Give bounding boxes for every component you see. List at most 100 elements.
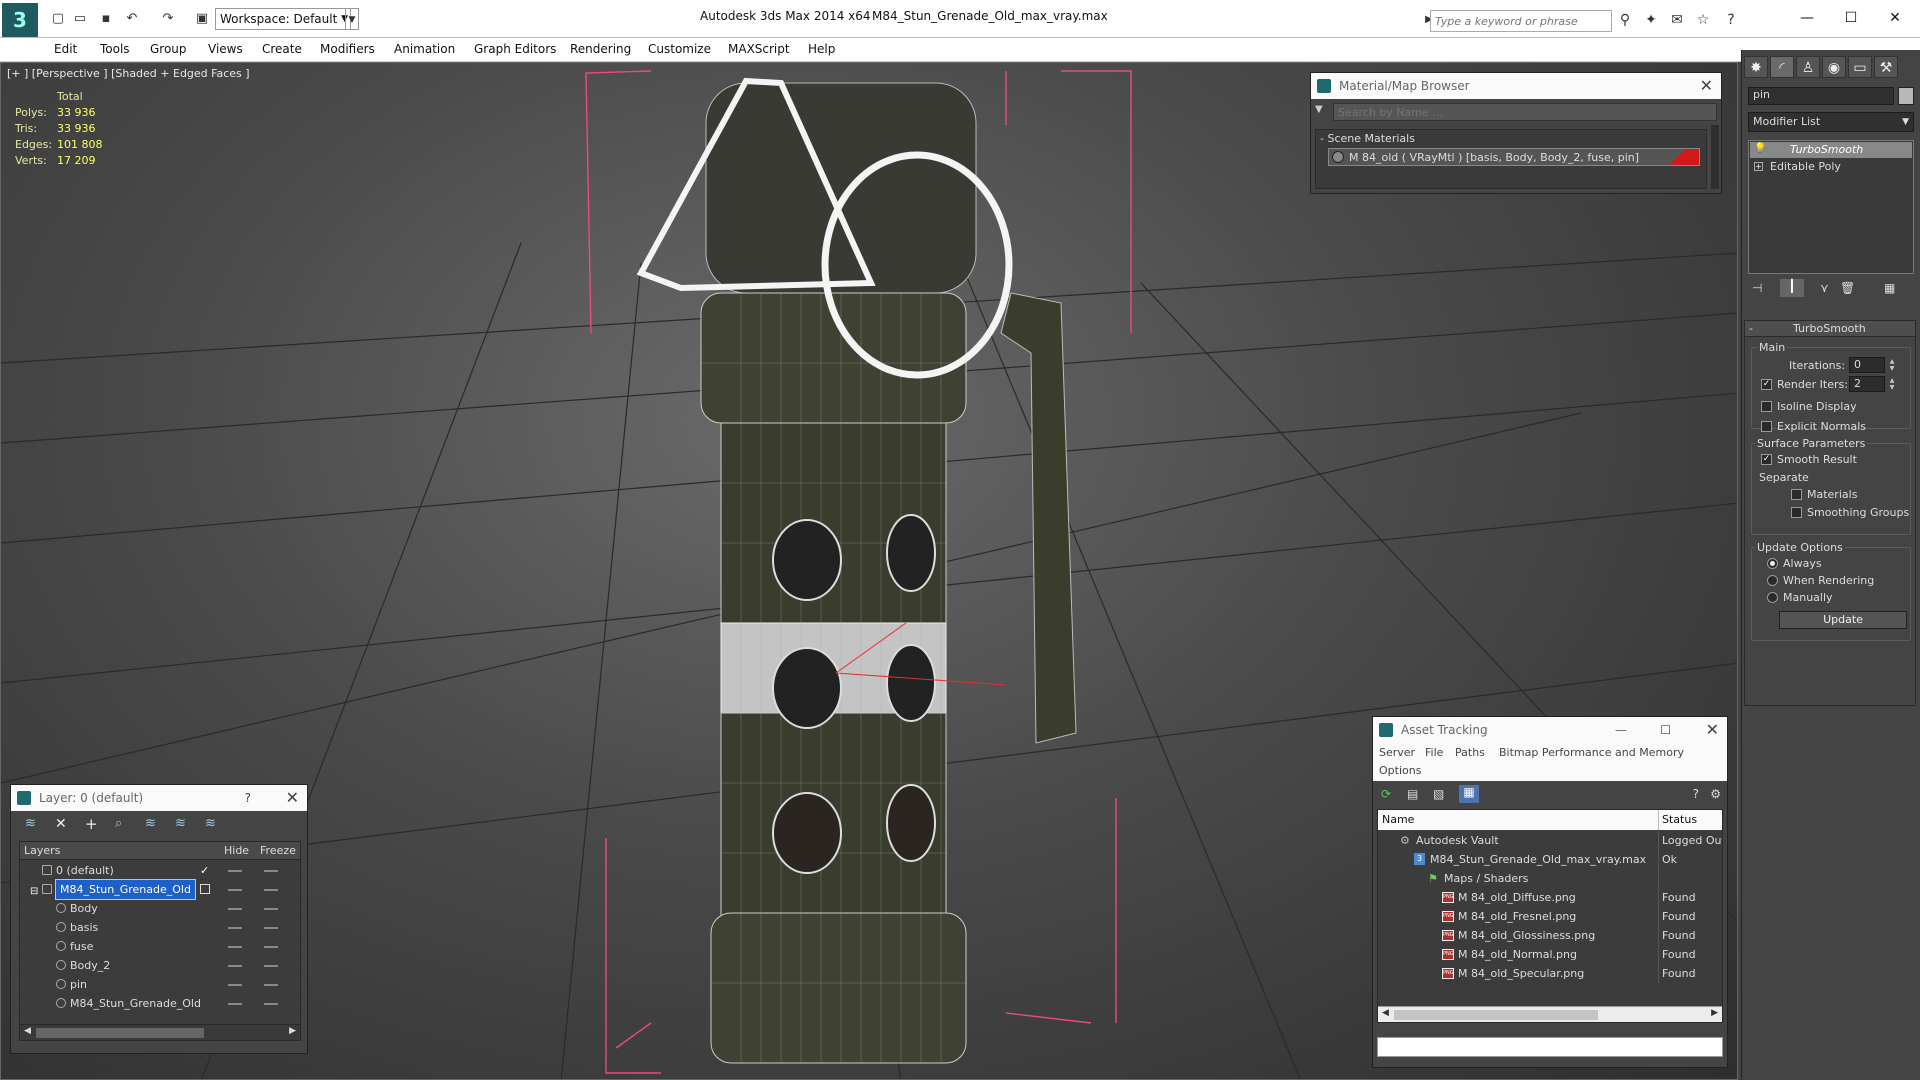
highlight-layer-icon[interactable]: ≋ — [145, 816, 156, 831]
hide-toggle[interactable] — [228, 1003, 242, 1005]
menu-help[interactable]: Help — [808, 42, 835, 56]
menu-customize[interactable]: Customize — [648, 42, 711, 56]
new-file-icon[interactable]: ▢ — [48, 10, 68, 28]
binoculars-icon[interactable]: ⚲ — [1614, 10, 1636, 30]
communication-icon[interactable]: ✉ — [1666, 10, 1688, 30]
col-status[interactable]: Status — [1662, 813, 1697, 826]
show-end-result-icon[interactable]: ┃ — [1780, 279, 1804, 297]
refresh-icon[interactable]: ⟳ — [1381, 787, 1391, 801]
lightbulb-icon[interactable]: 💡 — [1754, 143, 1766, 154]
stack-item-turbosmooth[interactable]: 💡 TurboSmooth — [1750, 142, 1912, 158]
column-divider[interactable] — [1658, 810, 1659, 830]
col-layers[interactable]: Layers — [24, 844, 60, 857]
maximize-icon[interactable]: ☐ — [1828, 6, 1874, 30]
explicit-normals-checkbox[interactable] — [1761, 421, 1772, 432]
menu-animation[interactable]: Animation — [394, 42, 455, 56]
layer-row[interactable]: pin — [20, 975, 300, 994]
modifier-list-dropdown[interactable]: Modifier List ▼ — [1748, 112, 1914, 132]
motion-tab-icon[interactable]: ◉ — [1822, 56, 1846, 78]
asset-row[interactable]: 3 M84_Stun_Grenade_Old_max_vray.max Ok — [1378, 850, 1722, 869]
stack-item-editable-poly[interactable]: + Editable Poly — [1750, 159, 1912, 175]
help-icon[interactable]: ? — [1693, 787, 1699, 801]
freeze-toggle[interactable] — [264, 870, 278, 872]
hide-toggle[interactable] — [228, 984, 242, 986]
menu-edit[interactable]: Edit — [54, 42, 77, 56]
scroll-thumb[interactable] — [1394, 1010, 1598, 1020]
thumbnail-view-icon[interactable]: ▧ — [1433, 787, 1444, 801]
layer-row[interactable]: 0 (default) ✓ — [20, 861, 300, 880]
create-tab-icon[interactable]: ✸ — [1744, 56, 1768, 78]
material-browser-titlebar[interactable]: Material/Map Browser ✕ — [1311, 73, 1721, 99]
scroll-left-icon[interactable]: ◀ — [1382, 1008, 1389, 1018]
freeze-all-icon[interactable]: ≋ — [205, 816, 216, 831]
smooth-result-checkbox[interactable]: ✓ — [1761, 454, 1772, 465]
object-color-swatch[interactable] — [1898, 87, 1914, 105]
subscription-icon[interactable]: ✦ — [1640, 10, 1662, 30]
asset-row[interactable]: PNG M 84_old_Fresnel.png Found — [1378, 907, 1722, 926]
layer-row[interactable]: fuse — [20, 937, 300, 956]
separate-materials-checkbox[interactable] — [1791, 489, 1802, 500]
active-layer-check-icon[interactable]: ✓ — [200, 861, 209, 880]
utilities-tab-icon[interactable]: ⚒ — [1874, 56, 1898, 78]
close-icon[interactable]: ✕ — [286, 785, 299, 811]
scroll-right-icon[interactable]: ▶ — [1711, 1008, 1718, 1018]
remove-modifier-icon[interactable]: 🗑 — [1840, 281, 1855, 295]
minimize-icon[interactable]: — — [1615, 717, 1627, 743]
expand-plus-icon[interactable]: + — [1754, 162, 1763, 171]
help-icon[interactable]: ? — [245, 785, 251, 811]
close-icon[interactable]: ✕ — [1706, 717, 1719, 743]
project-folder-icon[interactable]: ▣ — [192, 10, 212, 28]
scroll-right-icon[interactable]: ▶ — [289, 1026, 296, 1036]
configure-sets-icon[interactable]: ▦ — [1884, 281, 1895, 295]
layer-row[interactable]: ⊟ M84_Stun_Grenade_Old — [20, 879, 300, 900]
undo-icon[interactable]: ↶ — [122, 10, 142, 28]
favorites-star-icon[interactable]: ☆ — [1692, 10, 1714, 30]
layer-row[interactable]: Body_2 — [20, 956, 300, 975]
object-name-field[interactable]: pin — [1748, 87, 1894, 105]
close-icon[interactable]: ✕ — [1700, 73, 1713, 99]
workspace-dropdown[interactable]: Workspace: Default ▼ — [215, 8, 351, 30]
hierarchy-tab-icon[interactable]: ♙ — [1796, 56, 1820, 78]
update-button[interactable]: Update — [1779, 611, 1907, 629]
menu-bitmap-performance[interactable]: Bitmap Performance and Memory — [1499, 746, 1684, 759]
table-view-icon[interactable]: ▦ — [1459, 785, 1479, 803]
hide-toggle[interactable] — [228, 965, 242, 967]
scroll-left-icon[interactable]: ◀ — [24, 1026, 31, 1036]
hide-toggle[interactable] — [228, 908, 242, 910]
viewport-label[interactable]: [+ ] [Perspective ] [Shaded + Edged Face… — [7, 67, 250, 80]
render-iters-checkbox[interactable]: ✓ — [1761, 379, 1772, 390]
menu-file[interactable]: File — [1425, 746, 1443, 759]
freeze-toggle[interactable] — [264, 889, 278, 891]
hide-toggle[interactable] — [228, 889, 242, 891]
workspace-menu-arrow-icon[interactable]: ▼ — [345, 8, 359, 30]
pin-stack-icon[interactable]: ⊣ — [1752, 281, 1762, 295]
layer-row[interactable]: Body — [20, 899, 300, 918]
update-when-rendering-radio[interactable] — [1767, 575, 1778, 586]
list-view-icon[interactable]: ▤ — [1407, 787, 1418, 801]
menu-create[interactable]: Create — [262, 42, 302, 56]
make-unique-icon[interactable]: ⋎ — [1820, 281, 1829, 295]
separate-smoothing-groups-checkbox[interactable] — [1791, 507, 1802, 518]
delete-layer-icon[interactable]: ✕ — [55, 816, 67, 832]
set-current-layer-icon[interactable] — [200, 884, 210, 894]
layer-manager-titlebar[interactable]: Layer: 0 (default) ? ✕ — [11, 785, 307, 811]
app-logo-icon[interactable]: 3 — [2, 3, 38, 37]
freeze-toggle[interactable] — [264, 927, 278, 929]
col-hide[interactable]: Hide — [224, 844, 249, 857]
freeze-toggle[interactable] — [264, 984, 278, 986]
menu-tools[interactable]: Tools — [100, 42, 130, 56]
help-icon[interactable]: ? — [1720, 10, 1742, 30]
layer-row[interactable]: basis — [20, 918, 300, 937]
layer-row[interactable]: M84_Stun_Grenade_Old — [20, 994, 300, 1013]
col-name[interactable]: Name — [1382, 813, 1414, 826]
redo-icon[interactable]: ↷ — [158, 10, 178, 28]
menu-rendering[interactable]: Rendering — [570, 42, 631, 56]
open-file-icon[interactable]: ▭ — [70, 10, 90, 28]
maximize-icon[interactable]: ☐ — [1660, 717, 1671, 743]
render-iters-field[interactable]: 2 — [1849, 376, 1885, 392]
update-manually-radio[interactable] — [1767, 592, 1778, 603]
rollout-header[interactable]: - TurboSmooth — [1745, 321, 1915, 337]
menu-paths[interactable]: Paths — [1455, 746, 1485, 759]
material-search-input[interactable] — [1333, 103, 1717, 121]
freeze-toggle[interactable] — [264, 1003, 278, 1005]
